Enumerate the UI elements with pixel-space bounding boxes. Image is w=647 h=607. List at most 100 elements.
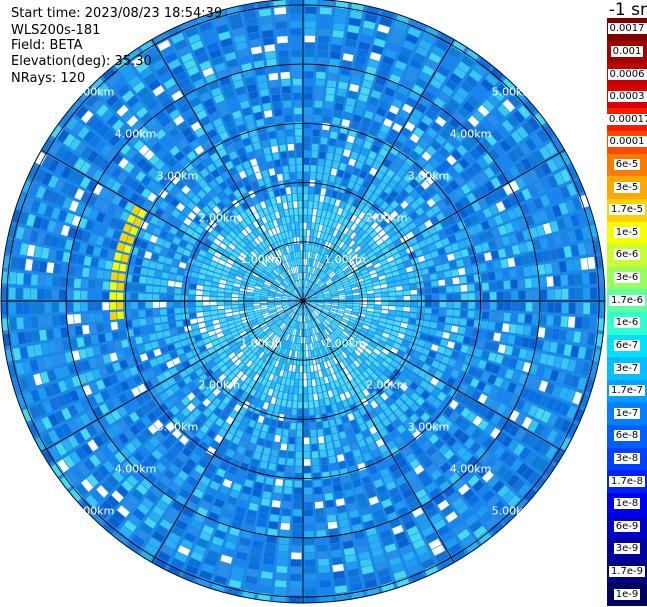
ppi-gate	[66, 314, 74, 325]
ppi-gate	[102, 312, 110, 321]
ppi-gate	[315, 515, 325, 523]
ppi-gate	[324, 492, 334, 501]
ppi-gate	[298, 401, 303, 409]
ppi-gate	[360, 301, 368, 304]
ppi-gate	[289, 588, 302, 596]
ppi-gate	[51, 289, 59, 300]
ppi-gate	[446, 294, 454, 301]
ppi-gate	[551, 262, 560, 274]
ppi-gate	[311, 451, 319, 459]
ppi-gate	[224, 305, 232, 309]
ppi-gate	[304, 559, 316, 567]
ppi-gate	[116, 292, 124, 300]
ppi-gate	[195, 306, 203, 312]
ppi-gate	[264, 44, 276, 53]
ppi-gate	[313, 122, 321, 130]
ppi-gate	[139, 318, 147, 326]
ppi-gate	[403, 296, 411, 301]
ppi-gate	[330, 542, 341, 551]
ppi-gate	[327, 521, 338, 530]
ppi-gate	[281, 86, 291, 94]
ppi-gate	[479, 330, 487, 339]
ppi-gate	[374, 305, 382, 309]
ppi-gate	[286, 129, 294, 137]
ppi-gate	[509, 324, 517, 334]
ppi-gate	[263, 110, 273, 118]
ppi-gate	[281, 158, 288, 166]
ppi-gate	[167, 308, 175, 315]
ppi-gate	[307, 379, 312, 387]
ppi-gate	[117, 311, 125, 320]
ppi-gate	[278, 50, 289, 58]
ppi-gate	[439, 301, 447, 308]
ppi-gate	[568, 302, 576, 314]
ppi-gate	[319, 580, 332, 588]
ppi-gate	[52, 315, 60, 326]
ppi-gate	[445, 316, 453, 324]
ppi-gate	[303, 358, 306, 366]
ppi-gate	[304, 64, 314, 72]
ppi-gate	[303, 351, 306, 358]
ppi-gate	[450, 269, 459, 277]
ppi-gate	[554, 289, 562, 300]
ppi-gate	[303, 423, 309, 430]
ppi-gate	[273, 485, 283, 494]
ppi-gate	[269, 80, 280, 88]
ppi-gate	[532, 290, 540, 300]
ppi-gate	[271, 500, 281, 508]
ppi-gate	[283, 107, 293, 115]
ppi-gate	[468, 293, 475, 300]
ppi-gate	[467, 310, 475, 318]
ppi-gate	[276, 28, 288, 37]
ppi-gate	[16, 317, 24, 330]
ppi-gate	[523, 325, 532, 336]
ppi-gate	[318, 28, 330, 37]
ppi-gate	[8, 287, 16, 300]
ppi-gate	[516, 324, 524, 335]
ppi-gate	[532, 314, 540, 325]
ppi-gate	[276, 122, 284, 131]
ppi-gate	[316, 537, 327, 545]
ppi-gate	[403, 306, 411, 312]
ppi-gate	[82, 267, 90, 278]
ppi-gate	[268, 131, 277, 139]
ppi-gate	[131, 284, 139, 292]
ppi-gate	[152, 294, 160, 301]
ppi-gate	[116, 302, 124, 310]
ppi-gate	[353, 298, 360, 301]
ppi-gate	[87, 302, 95, 311]
ppi-gate	[304, 516, 314, 524]
ppi-gate	[424, 288, 432, 294]
ppi-gate	[152, 301, 160, 308]
ppi-gate	[279, 57, 290, 65]
ppi-gate	[303, 215, 307, 222]
ppi-gate	[461, 293, 468, 300]
ppi-gate	[425, 295, 432, 301]
ppi-gate	[466, 319, 474, 327]
ppi-gate	[139, 276, 147, 284]
ppi-gate	[246, 298, 253, 301]
ppi-gate	[382, 301, 389, 305]
ppi-gate	[112, 261, 120, 271]
ppi-gate	[303, 344, 306, 351]
ppi-gate	[44, 289, 52, 300]
ppi-gate	[52, 276, 60, 287]
ppi-gate	[188, 301, 196, 307]
ppi-gate	[294, 473, 302, 481]
ppi-gate	[285, 472, 293, 480]
ppi-gate	[203, 291, 210, 296]
ppi-gate	[282, 165, 289, 173]
ppi-gate	[316, 173, 323, 181]
ppi-gate	[482, 292, 490, 300]
ppi-gate	[304, 530, 314, 538]
ppi-gate	[253, 298, 260, 301]
ppi-gate	[446, 301, 454, 308]
ppi-gate	[210, 291, 218, 296]
ppi-gate	[119, 330, 127, 339]
ppi-gate	[276, 36, 288, 44]
ppi-gate	[532, 277, 540, 288]
ppi-gate	[131, 293, 138, 300]
ppi-gate	[307, 215, 312, 223]
ppi-gate	[188, 289, 196, 295]
ppi-gate	[277, 43, 289, 51]
